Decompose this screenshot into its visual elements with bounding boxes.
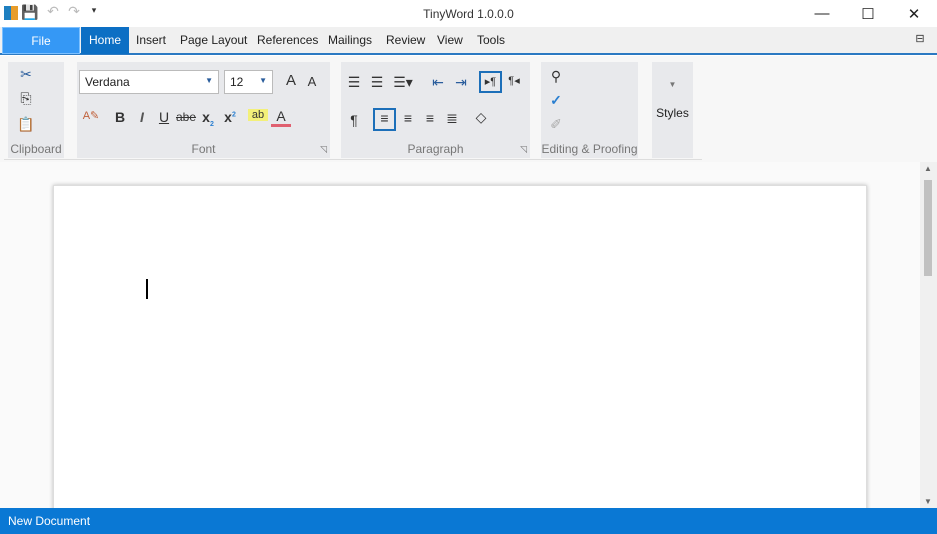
show-formatting-marks-icon[interactable]: ¶ [344,112,364,128]
copy-icon[interactable]: ⎘ [16,90,36,107]
highlight-icon[interactable]: ab [248,109,268,121]
eraser-icon[interactable]: ✐ [546,116,566,133]
window-title: TinyWord 1.0.0.0 [423,7,514,21]
scrollbar-thumb[interactable] [924,180,932,276]
tab-page-layout[interactable]: Page Layout [172,27,255,54]
collapse-ribbon-icon[interactable]: ⊟ [910,32,930,45]
align-left-icon[interactable]: ≡ [373,108,396,131]
left-to-right-icon[interactable]: ▸¶ [479,71,502,93]
font-group: Verdana ▼ 12 ▼ A A A✎ B I U abe x2 x2 ab A… [77,62,330,158]
title-bar: 💾 ↶ ↷ ▾ TinyWord 1.0.0.0 — ☐ ✕ [0,0,937,27]
minimize-button[interactable]: — [799,0,845,27]
ribbon-tabs: File Home Insert Page Layout References … [0,27,937,55]
ribbon: ✂ ⎘ 📋 Clipboard Verdana ▼ 12 ▼ A A A✎ B I … [0,56,937,162]
font-size-combo[interactable]: 12 ▼ [224,70,273,94]
styles-group[interactable]: ▼ Styles [652,62,693,158]
increase-indent-icon[interactable]: ⇥ [451,74,471,91]
tab-home[interactable]: Home [81,27,130,54]
paste-icon[interactable]: 📋 [16,116,36,133]
paragraph-dialog-launcher-icon[interactable]: ◹ [520,144,527,155]
align-right-icon[interactable]: ≡ [420,110,440,126]
superscript-icon[interactable]: x2 [220,109,240,125]
editing-proofing-label: Editing & Proofing [541,142,638,156]
styles-label: Styles [656,106,689,120]
scroll-up-icon[interactable]: ▲ [924,164,932,173]
tab-review[interactable]: Review [378,27,433,54]
tab-mailings[interactable]: Mailings [320,27,380,54]
font-name-value: Verdana [85,75,130,89]
font-color-icon[interactable]: A [271,108,291,127]
multilevel-list-icon[interactable]: ☰▾ [388,74,418,91]
subscript-icon[interactable]: x2 [198,109,218,128]
bold-icon[interactable]: B [110,109,130,125]
maximize-button[interactable]: ☐ [845,0,891,27]
right-to-left-icon[interactable]: ¶◂ [504,74,524,87]
paragraph-label: Paragraph [407,142,464,156]
underline-icon[interactable]: U [154,109,174,125]
ribbon-divider [4,159,702,160]
clipboard-label: Clipboard [10,142,62,156]
font-name-combo[interactable]: Verdana ▼ [79,70,219,94]
font-label: Font [191,142,216,156]
scroll-down-icon[interactable]: ▼ [924,497,932,506]
styles-dropdown-icon: ▼ [668,80,677,89]
tab-insert[interactable]: Insert [128,27,174,54]
close-button[interactable]: ✕ [891,0,937,27]
spell-check-icon[interactable]: ✓ [546,92,566,109]
align-center-icon[interactable]: ≡ [398,110,418,126]
paragraph-group: ☰ ☰ ☰▾ ⇤ ⇥ ▸¶ ¶◂ ¶ ≡ ≡ ≡ ≣ ◇ Paragraph ◹ [341,62,530,158]
tab-tools[interactable]: Tools [469,27,513,54]
grow-font-icon[interactable]: A [281,72,301,89]
editing-proofing-group: ⚲ ✓ ✐ Editing & Proofing [541,62,638,158]
strikethrough-icon[interactable]: abe [176,110,196,124]
chevron-down-icon: ▼ [259,76,267,85]
numbering-icon[interactable]: ☰ [367,74,387,91]
italic-icon[interactable]: I [132,109,152,125]
justify-icon[interactable]: ≣ [442,110,462,127]
document-page[interactable] [53,185,867,515]
tab-file[interactable]: File [2,27,80,54]
text-cursor [146,279,148,299]
shrink-font-icon[interactable]: A [302,74,322,89]
bullets-icon[interactable]: ☰ [344,74,364,91]
font-size-value: 12 [230,75,244,89]
find-binoculars-icon[interactable]: ⚲ [546,68,566,85]
shading-icon[interactable]: ◇ [471,109,491,126]
clipboard-group: ✂ ⎘ 📋 Clipboard [8,62,64,158]
chevron-down-icon: ▼ [205,76,213,85]
cut-icon[interactable]: ✂ [16,66,36,83]
tab-references[interactable]: References [249,27,326,54]
decrease-indent-icon[interactable]: ⇤ [428,74,448,91]
font-dialog-launcher-icon[interactable]: ◹ [320,144,327,155]
status-bar: New Document [0,508,937,534]
tab-view[interactable]: View [429,27,471,54]
status-text: New Document [8,514,91,528]
clear-formatting-icon[interactable]: A✎ [81,109,101,122]
